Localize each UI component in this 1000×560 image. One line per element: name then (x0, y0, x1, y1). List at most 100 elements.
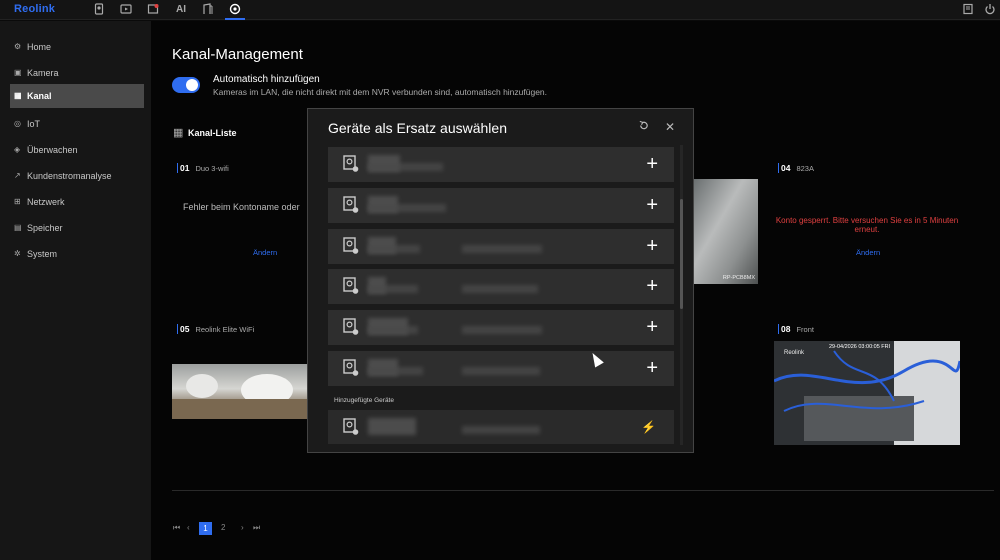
device-row[interactable]: + (328, 351, 674, 386)
channel-number: 05 (177, 324, 190, 334)
device-row[interactable]: + (328, 310, 674, 345)
sidebar-item-label: System (27, 249, 58, 259)
page-1-button[interactable]: 1 (199, 522, 212, 535)
nvr-camera-icon (343, 196, 359, 213)
ai-icon[interactable]: AI (174, 3, 188, 17)
channel-number: 01 (177, 163, 190, 173)
channel-number: 08 (778, 324, 791, 334)
blurred-device-ip (462, 326, 542, 334)
sidebar-item-iot[interactable]: ◎ IoT (10, 112, 144, 136)
sidebar-item-kundenstromanalyse[interactable]: ↗ Kundenstromanalyse (10, 164, 144, 188)
shield-icon: ◈ (14, 145, 21, 154)
dialog-title: Geräte als Ersatz auswählen (328, 120, 507, 136)
blurred-device-info (368, 326, 418, 334)
blurred-device-name (368, 418, 416, 435)
camera-osd-brand: Reolink (784, 350, 805, 356)
phone-camera-icon[interactable] (92, 3, 106, 17)
camera-icon: ▣ (14, 68, 22, 77)
sidebar: ⚙ Home ▣ Kamera ▦ Kanal ◎ IoT ◈ Überwach… (0, 21, 151, 560)
power-icon[interactable] (983, 3, 997, 17)
nvr-camera-icon (343, 277, 359, 294)
sidebar-item-label: Netzwerk (27, 197, 65, 207)
channel-05-label: 05 Reolink Elite WiFi (177, 324, 254, 334)
gear-icon: ✲ (14, 249, 21, 258)
blurred-device-ip (462, 367, 540, 375)
blurred-device-info (368, 163, 443, 171)
channel-01-label: 01 Duo 3-wifi (177, 163, 229, 173)
sidebar-item-system[interactable]: ✲ System (10, 242, 144, 266)
sidebar-item-speicher[interactable]: ▤ Speicher (10, 216, 144, 240)
alarm-icon[interactable] (146, 3, 160, 17)
auto-add-description: Kameras im LAN, die nicht direkt mit dem… (213, 87, 548, 97)
add-device-button[interactable]: + (646, 357, 658, 379)
first-page-button[interactable]: ⏮ (173, 523, 180, 533)
sidebar-item-home[interactable]: ⚙ Home (10, 35, 144, 59)
sidebar-item-ueberwachen[interactable]: ◈ Überwachen (10, 138, 144, 162)
sidebar-item-kanal[interactable]: ▦ Kanal (10, 84, 144, 108)
settings-icon[interactable] (225, 3, 245, 20)
channel-01-error: Fehler beim Kontoname oder (183, 202, 300, 212)
device-row[interactable]: + (328, 229, 674, 264)
last-page-button[interactable]: ⏭ (253, 523, 260, 533)
sidebar-item-label: Kundenstromanalyse (27, 171, 112, 181)
sidebar-item-label: Kamera (27, 68, 59, 78)
page-2-button[interactable]: 2 (221, 523, 225, 532)
reolink-logo: Reolink (14, 3, 56, 15)
blurred-device-info (368, 204, 446, 212)
add-device-button[interactable]: + (646, 235, 658, 257)
channel-01-change-link[interactable]: Ändern (253, 248, 277, 257)
channel-08-label: 08 Front (778, 324, 814, 334)
channel-name: 823A (796, 164, 814, 173)
channel-name: Duo 3-wifi (195, 164, 229, 173)
channel-list-title: Kanal-Liste (188, 128, 237, 138)
sidebar-item-label: Speicher (27, 223, 63, 233)
refresh-icon[interactable] (636, 120, 650, 134)
close-icon[interactable]: ✕ (663, 120, 677, 134)
sidebar-item-netzwerk[interactable]: ⊞ Netzwerk (10, 190, 144, 214)
lightning-icon: ⚡ (641, 420, 656, 434)
camera-tag: RP-PCB8MX (722, 275, 755, 281)
notes-icon[interactable] (961, 3, 975, 17)
blurred-device-info (368, 285, 418, 293)
nvr-camera-icon (343, 318, 359, 335)
sidebar-item-label: Home (27, 42, 52, 52)
channel-08-thumbnail[interactable]: 29-04/2026 03:00:05 FRI Reolink (774, 341, 960, 445)
device-row[interactable]: + (328, 147, 674, 182)
storage-icon: ▤ (14, 223, 22, 232)
add-device-button[interactable]: + (646, 153, 658, 175)
iot-icon: ◎ (14, 119, 21, 128)
blurred-device-ip (462, 426, 540, 434)
prev-page-button[interactable]: ‹ (187, 523, 190, 532)
add-device-button[interactable]: + (646, 275, 658, 297)
playback-icon[interactable] (119, 3, 133, 17)
channel-name: Reolink Elite WiFi (195, 325, 255, 334)
sidebar-item-kamera[interactable]: ▣ Kamera (10, 61, 144, 85)
page-title: Kanal-Management (172, 46, 303, 63)
top-bar: Reolink AI (0, 0, 1000, 20)
nvr-camera-icon (343, 237, 359, 254)
channel-camera-thumbnail[interactable]: RP-PCB8MX (694, 179, 758, 284)
camera-osd-time: 29-04/2026 03:00:05 FRI (829, 344, 891, 350)
add-device-button[interactable]: + (646, 316, 658, 338)
blurred-device-ip (462, 285, 538, 293)
auto-add-toggle[interactable] (172, 77, 200, 93)
chart-icon: ↗ (14, 171, 21, 180)
next-page-button[interactable]: › (241, 523, 244, 532)
channel-name: Front (796, 325, 814, 334)
nvr-camera-icon (343, 155, 359, 172)
channel-05-thumbnail[interactable] (172, 364, 307, 419)
add-device-button[interactable]: + (646, 194, 658, 216)
channel-04-error: Konto gesperrt. Bitte versuchen Sie es i… (775, 216, 959, 234)
sidebar-item-label: Kanal (27, 91, 52, 101)
channel-04-label: 04 823A (778, 163, 814, 173)
blurred-device-info (368, 245, 420, 253)
device-row[interactable]: + (328, 269, 674, 304)
added-devices-label: Hinzugefügte Geräte (334, 397, 394, 404)
blurred-device-ip (462, 245, 542, 253)
dialog-scrollbar-thumb[interactable] (680, 199, 683, 309)
blurred-device-info (368, 367, 423, 375)
channel-number: 04 (778, 163, 791, 173)
device-row[interactable]: + (328, 188, 674, 223)
door-icon[interactable] (201, 3, 215, 17)
channel-04-change-link[interactable]: Ändern (856, 248, 880, 257)
